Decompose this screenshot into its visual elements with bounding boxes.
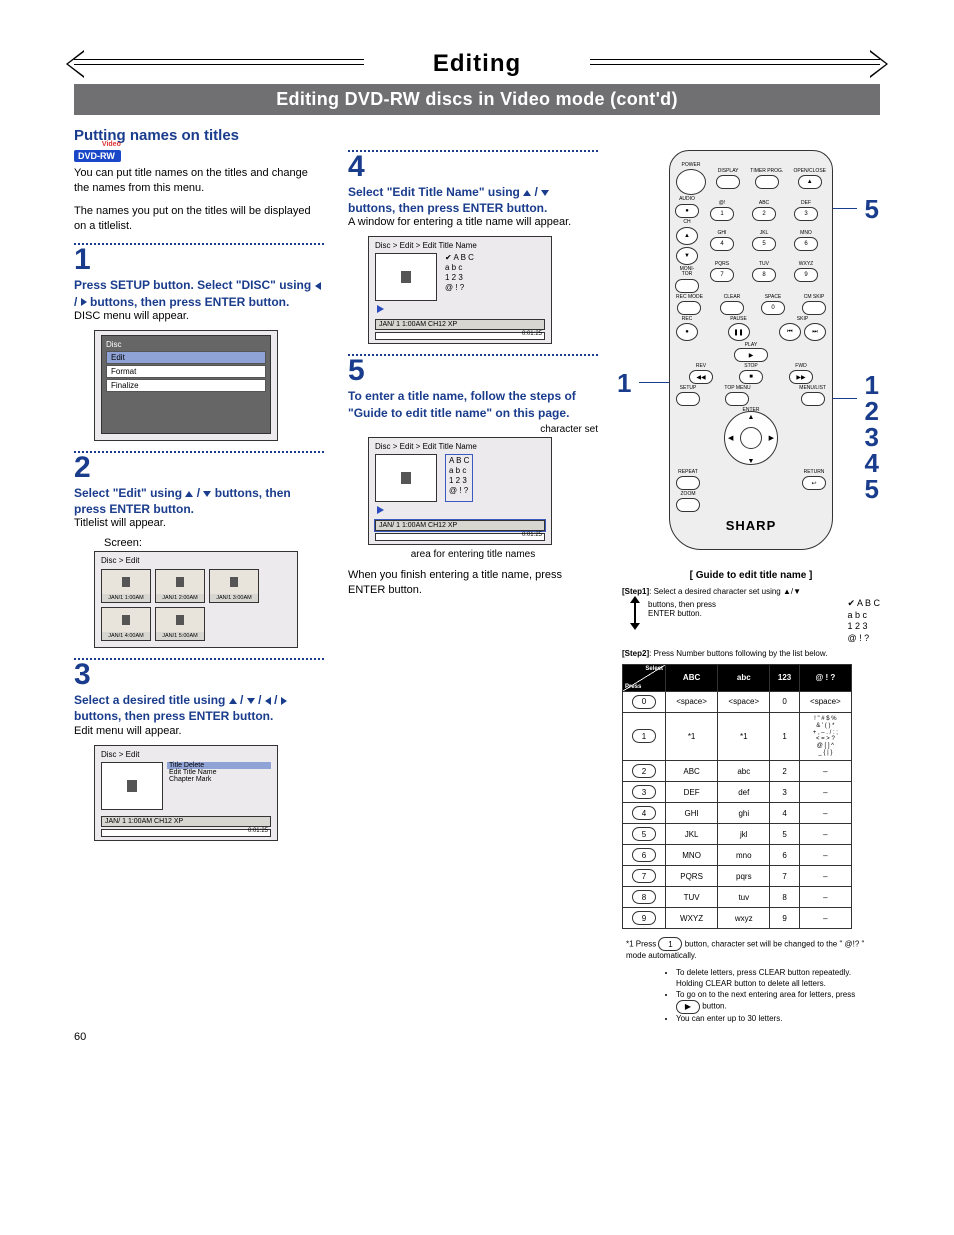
step-4-number: 4 — [348, 152, 598, 182]
rev-button[interactable]: ◀◀ — [689, 370, 713, 384]
up-down-arrow-icon — [630, 598, 640, 628]
page-subheader: Editing DVD-RW discs in Video mode (cont… — [74, 84, 880, 115]
callout-1-left: 1 — [617, 368, 631, 399]
key-8[interactable]: 8 — [752, 268, 776, 282]
ch-down-button[interactable]: ▼ — [676, 247, 698, 265]
disc-menu-item: Format — [106, 365, 266, 378]
step-1-number: 1 — [74, 245, 324, 275]
topmenu-button[interactable] — [725, 392, 749, 406]
page-number: 60 — [74, 1031, 86, 1043]
area-annotation: area for entering title names — [348, 549, 598, 560]
step-4-note: A window for entering a title name will … — [348, 216, 598, 228]
key-5[interactable]: 5 — [752, 237, 776, 251]
open-close-button[interactable]: ▲ — [798, 175, 822, 189]
callout-5-top: 5 — [865, 194, 879, 225]
guide-note: To delete letters, press CLEAR button re… — [676, 968, 880, 990]
audio-button[interactable]: ● — [675, 204, 699, 218]
disc-menu-item: Finalize — [106, 379, 266, 392]
guide-title: [ Guide to edit title name ] — [622, 570, 880, 581]
cmskip-button[interactable] — [802, 301, 826, 315]
skip-prev-button[interactable]: ⏮ — [779, 323, 801, 341]
zoom-button[interactable] — [676, 498, 700, 512]
rec-button[interactable]: ● — [676, 323, 698, 341]
title-thumb: JAN/1 1:00AM — [101, 569, 151, 603]
key-1[interactable]: 1 — [710, 207, 734, 221]
remote-brand: SHARP — [676, 518, 826, 533]
intro-text-1: You can put title names on the titles an… — [74, 166, 324, 196]
skip-next-button[interactable]: ⏭ — [804, 323, 826, 341]
display-button[interactable] — [716, 175, 740, 189]
step-1-note: DISC menu will appear. — [74, 310, 324, 322]
step-1-instruction: Press SETUP button. Select "DISC" using … — [74, 277, 324, 309]
titlelist-screen: Disc > Edit JAN/1 1:00AM JAN/1 2:00AM JA… — [94, 551, 298, 648]
key-9[interactable]: 9 — [794, 268, 818, 282]
clear-button[interactable] — [720, 301, 744, 315]
power-button[interactable] — [676, 169, 706, 195]
recmode-button[interactable] — [677, 301, 701, 315]
key-2[interactable]: 2 — [752, 207, 776, 221]
stop-button[interactable]: ■ — [739, 370, 763, 384]
menulist-button[interactable] — [801, 392, 825, 406]
number-keypad: @!1 ABC2 DEF3 GHI4 JKL5 MNO6 PQRS7 TUV8 … — [704, 201, 824, 289]
step-2-note: Titlelist will appear. — [74, 517, 324, 529]
step-3-number: 3 — [74, 660, 324, 690]
edit-menu-screen: Disc > Edit Title Delete Edit Title Name… — [94, 745, 278, 841]
disc-menu-screen: Disc Edit Format Finalize — [94, 330, 278, 441]
guide-note: You can enter up to 30 letters. — [676, 1014, 880, 1025]
guide-step-2: [Step2]: Press Number buttons following … — [622, 649, 880, 658]
ch-up-button[interactable]: ▲ — [676, 227, 698, 245]
charset-annotation: character set — [348, 424, 598, 435]
column-left: Video DVD-RW You can put title names on … — [74, 150, 324, 841]
title-thumb: JAN/1 3:00AM — [209, 569, 259, 603]
guide-note: To go on to the next entering area for l… — [676, 990, 880, 1015]
guide-notes-list: To delete letters, press CLEAR button re… — [622, 968, 880, 1025]
fwd-button[interactable]: ▶▶ — [789, 370, 813, 384]
edit-title-name-screen-1: Disc > Edit > Edit Title Name A B C a b … — [368, 236, 552, 344]
dvd-rw-badge: Video DVD-RW — [74, 150, 121, 162]
screen-label: Screen: — [104, 537, 324, 549]
navigation-pad[interactable]: ENTER ▲ ▼ ◀ ▶ — [706, 410, 796, 466]
remote-diagram: 1 5 1 2 3 4 5 POWER DISPLAY TIMER PROG. … — [641, 150, 861, 550]
play-icon — [377, 506, 384, 514]
title-thumb: JAN/1 2:00AM — [155, 569, 205, 603]
column-middle: 4 Select "Edit Title Name" using / butto… — [348, 150, 598, 605]
step-2-instruction: Select "Edit" using / buttons, then pres… — [74, 485, 324, 517]
key-4[interactable]: 4 — [710, 237, 734, 251]
step-5-instruction: To enter a title name, follow the steps … — [348, 388, 598, 420]
page-header: Editing — [74, 50, 880, 78]
key-7[interactable]: 7 — [710, 268, 734, 282]
key-6[interactable]: 6 — [794, 237, 818, 251]
edit-title-name-screen-2: Disc > Edit > Edit Title Name A B C a b … — [368, 437, 552, 545]
pause-button[interactable]: ❚❚ — [728, 323, 750, 341]
guide-step-1: [Step1]: Select a desired character set … — [622, 587, 880, 596]
key-0[interactable]: 0 — [761, 301, 785, 315]
step-5-final: When you finish entering a title name, p… — [348, 568, 598, 598]
guide-charset-list: A B C a b c 1 2 3 @ ! ? — [847, 598, 880, 645]
guide-footnote-star: *1 Press 1 button, character set will be… — [622, 937, 880, 960]
step-3-instruction: Select a desired title using / / / butto… — [74, 692, 324, 724]
intro-text-2: The names you put on the titles will be … — [74, 204, 324, 234]
step-3-note: Edit menu will appear. — [74, 725, 324, 737]
play-button[interactable]: ▶ — [734, 348, 768, 362]
repeat-button[interactable] — [676, 476, 700, 490]
disc-menu-item: Edit — [106, 351, 266, 364]
title-thumb: JAN/1 5:00AM — [155, 607, 205, 641]
setup-button[interactable] — [676, 392, 700, 406]
timer-button[interactable] — [755, 175, 779, 189]
section-title: Putting names on titles — [74, 127, 880, 144]
enter-button[interactable] — [740, 427, 762, 449]
monitor-button[interactable] — [675, 279, 699, 293]
column-right: 1 5 1 2 3 4 5 POWER DISPLAY TIMER PROG. … — [622, 150, 880, 1033]
key-3[interactable]: 3 — [794, 207, 818, 221]
play-icon — [377, 305, 384, 313]
step-2-number: 2 — [74, 453, 324, 483]
character-input-table: SelectPress ABC abc 123 @ ! ? 0<space><s… — [622, 664, 852, 929]
title-thumb: JAN/1 4:00AM — [101, 607, 151, 641]
return-button[interactable]: ↩ — [802, 476, 826, 490]
step-4-instruction: Select "Edit Title Name" using / buttons… — [348, 184, 598, 216]
step-5-number: 5 — [348, 356, 598, 386]
